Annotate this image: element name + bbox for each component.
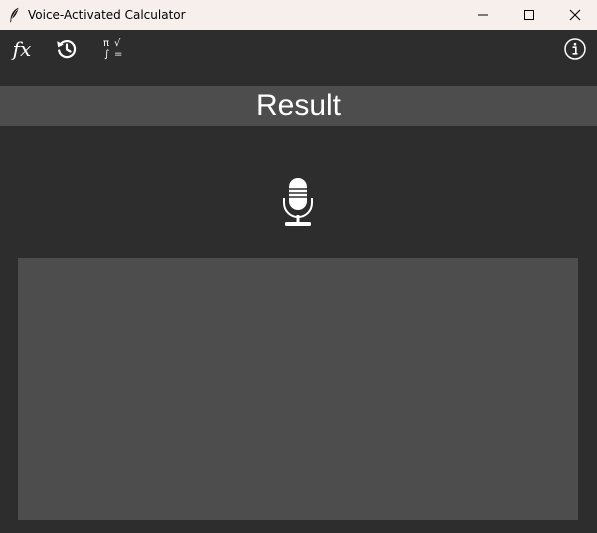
output-text-area[interactable] — [18, 258, 578, 520]
info-icon — [564, 38, 586, 60]
close-button[interactable] — [552, 0, 597, 30]
history-button[interactable] — [54, 36, 80, 62]
result-display: Result — [0, 86, 597, 126]
result-label: Result — [255, 89, 342, 122]
pi-symbol: π — [103, 38, 109, 49]
maximize-button[interactable] — [506, 0, 552, 30]
integral-symbol: ∫ — [104, 49, 109, 60]
functions-button[interactable]: fx — [8, 36, 36, 62]
minimize-icon — [478, 14, 488, 16]
feather-icon — [10, 7, 19, 23]
microphone-icon — [283, 178, 313, 226]
close-icon — [569, 9, 581, 21]
info-button[interactable] — [562, 36, 588, 62]
history-icon — [57, 40, 77, 59]
microphone-button[interactable] — [276, 174, 320, 230]
app-window: Voice-Activated Calculator fx π √ ∫ = Re… — [0, 0, 597, 533]
window-title: Voice-Activated Calculator — [28, 8, 186, 22]
math-symbols-icon: π √ ∫ = — [103, 38, 122, 60]
equals-symbol: = — [114, 49, 122, 60]
title-bar[interactable]: Voice-Activated Calculator — [0, 0, 597, 30]
functions-icon: fx — [12, 37, 32, 61]
maximize-icon — [524, 10, 534, 20]
minimize-button[interactable] — [460, 0, 506, 30]
math-symbols-button[interactable]: π √ ∫ = — [100, 36, 126, 62]
sqrt-symbol: √ — [114, 38, 121, 49]
